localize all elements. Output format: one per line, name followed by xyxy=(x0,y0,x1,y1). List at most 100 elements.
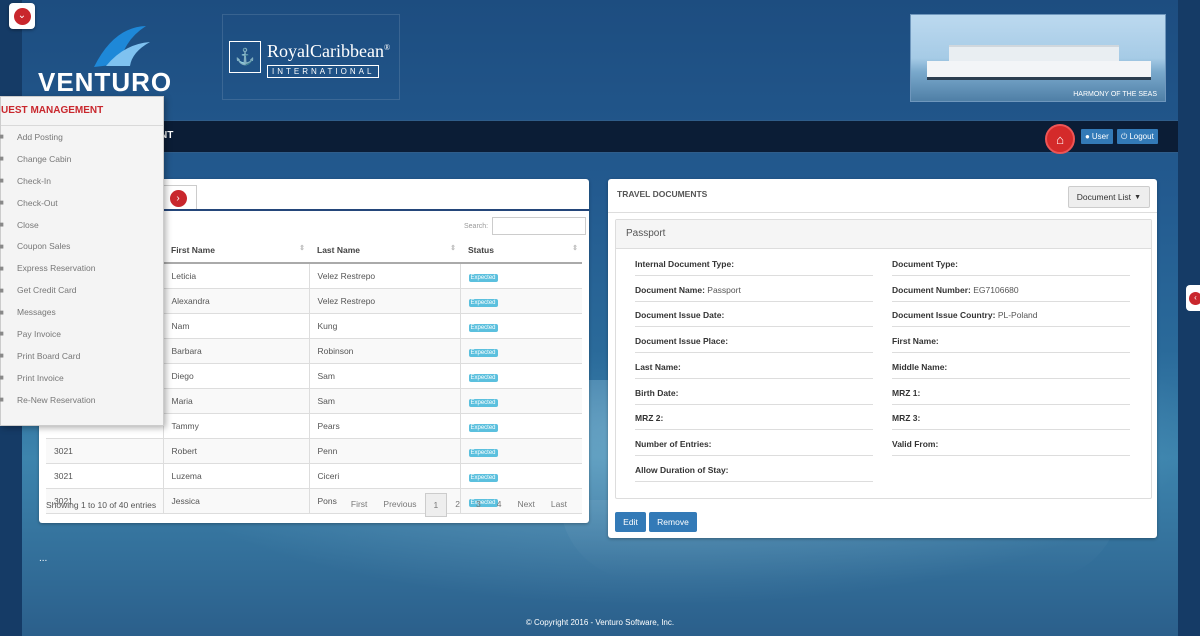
sort-icon: ⇕ xyxy=(299,245,305,252)
guest-management-menu: UEST MANAGEMENT ■ Add Posting ■ Change Cabi… xyxy=(0,96,164,426)
guest-menu-item[interactable]: ■ Pay Invoice xyxy=(0,323,163,345)
remove-button[interactable]: Remove xyxy=(649,512,697,532)
guest-menu-item[interactable]: ■ Add Posting xyxy=(0,126,163,148)
document-field: Document Type: xyxy=(892,257,1130,276)
menu-toggle-button[interactable]: ⌄ xyxy=(9,3,35,29)
cell-status: Expected xyxy=(460,413,582,439)
ship-hull xyxy=(927,61,1151,80)
cell-id: 3021 xyxy=(46,438,164,464)
cell-status: Expected xyxy=(460,263,582,289)
document-field: MRZ 1: xyxy=(892,386,1130,405)
guest-menu-item[interactable]: ■ Check-Out xyxy=(0,192,163,214)
passport-heading: Passport xyxy=(616,220,1151,249)
document-list-dropdown[interactable]: Document List ▼ xyxy=(1067,186,1150,208)
folder-icon: ■ xyxy=(0,220,4,229)
pager-last[interactable]: Last xyxy=(543,493,575,515)
logout-button[interactable]: ⏻ Logout xyxy=(1117,129,1158,144)
user-icon: ● xyxy=(1085,132,1090,141)
status-badge: Expected xyxy=(468,348,498,357)
column-header-last-name[interactable]: Last Name ⇕ xyxy=(309,237,460,264)
table-row[interactable]: 3021 Robert Penn Expected xyxy=(46,438,582,464)
background-frame-right xyxy=(1178,0,1200,636)
entries-info: Showing 1 to 10 of 40 entries xyxy=(46,500,157,510)
cell-status: Expected xyxy=(460,363,582,389)
document-field: Document Issue Country: PL-Poland xyxy=(892,308,1130,328)
pager-next[interactable]: Next xyxy=(509,493,542,515)
home-button[interactable]: ⌂ xyxy=(1045,124,1075,154)
pager-page-3[interactable]: 3 xyxy=(468,493,489,515)
document-field: Number of Entries: xyxy=(635,437,873,456)
document-field: MRZ 2: xyxy=(635,411,873,431)
guest-menu-item[interactable]: ■ Re-New Reservation xyxy=(0,389,163,411)
chevron-down-icon: ⌄ xyxy=(13,7,31,25)
panel-separator xyxy=(608,212,1157,213)
search-input[interactable] xyxy=(492,217,586,235)
home-icon: ⌂ xyxy=(1056,131,1064,147)
guest-menu-item[interactable]: ■ Close xyxy=(0,214,163,236)
power-icon: ⏻ xyxy=(1121,131,1128,141)
folder-icon: ■ xyxy=(0,307,4,317)
folder-icon: ■ xyxy=(0,154,4,164)
table-row[interactable]: 3021 Luzema Ciceri Expected xyxy=(46,463,582,489)
chevron-right-icon: › xyxy=(169,190,187,207)
pager-page-2[interactable]: 2 xyxy=(447,493,468,515)
travel-documents-panel: TRAVEL DOCUMENTS Document List ▼ Passport… xyxy=(608,179,1157,538)
document-field: Middle Name: xyxy=(892,360,1130,379)
guest-menu-item[interactable]: ■ Coupon Sales xyxy=(0,235,163,257)
cell-status: Expected xyxy=(460,288,582,314)
folder-icon: ■ xyxy=(0,395,4,405)
cell-last-name: Robinson xyxy=(309,338,461,364)
document-field: Birth Date: xyxy=(635,386,873,405)
cell-first-name: Jessica xyxy=(163,488,310,514)
guest-menu-item[interactable]: ■ Messages xyxy=(0,301,163,323)
royal-caribbean-sub: INTERNATIONAL xyxy=(267,65,380,78)
right-edge-toggle[interactable]: ‹ xyxy=(1186,285,1200,311)
cell-last-name: Velez Restrepo xyxy=(309,288,461,314)
cell-first-name: Tammy xyxy=(163,413,310,439)
panel-tab[interactable]: › xyxy=(159,185,197,211)
venturo-wordmark: VENTURO xyxy=(38,67,173,97)
document-field: Document Number: EG7106680 xyxy=(892,283,1130,302)
guest-menu-item[interactable]: ■ Change Cabin xyxy=(0,148,163,170)
folder-icon: ■ xyxy=(0,285,4,295)
venturo-logo: VENTURO xyxy=(38,20,203,100)
royal-caribbean-name: RoyalCaribbean® xyxy=(267,41,391,61)
cell-first-name: Robert xyxy=(163,438,310,464)
status-badge: Expected xyxy=(468,448,498,457)
folder-icon: ■ xyxy=(0,351,4,361)
royal-caribbean-logo: ⚓ RoyalCaribbean® INTERNATIONAL xyxy=(222,14,400,100)
pager-previous[interactable]: Previous xyxy=(375,493,424,515)
guest-menu-item[interactable]: ■ Print Invoice xyxy=(0,367,163,389)
cell-last-name: Velez Restrepo xyxy=(309,263,461,289)
guest-menu-item[interactable]: ■ Check-In xyxy=(0,170,163,192)
status-badge: Expected xyxy=(468,423,498,432)
ship-caption: HARMONY OF THE SEAS xyxy=(1073,91,1157,98)
cell-first-name: Maria xyxy=(163,388,310,414)
search-label: Search: xyxy=(464,223,489,230)
cell-status: Expected xyxy=(460,438,582,464)
pager-first[interactable]: First xyxy=(343,493,376,515)
guest-menu-item[interactable]: ■ Print Board Card xyxy=(0,345,163,367)
user-button[interactable]: ● User xyxy=(1081,129,1113,144)
chevron-left-icon: ‹ xyxy=(1189,291,1200,305)
pager-page-1[interactable]: 1 xyxy=(424,493,448,517)
guest-menu-item[interactable]: ■ Get Credit Card xyxy=(0,279,163,301)
edit-button[interactable]: Edit xyxy=(615,512,646,532)
passport-section: Passport Internal Document Type: Documen… xyxy=(615,219,1152,499)
folder-icon: ■ xyxy=(0,373,4,383)
column-header-status[interactable]: Status ⇕ xyxy=(460,237,582,264)
pager-page-4[interactable]: 4 xyxy=(489,493,510,515)
guest-menu-item[interactable]: ■ Express Reservation xyxy=(0,257,163,279)
document-field: Document Issue Place: xyxy=(635,334,873,354)
folder-icon: ■ xyxy=(0,263,4,273)
cell-id: 3021 xyxy=(46,463,164,489)
status-badge: Expected xyxy=(468,323,498,332)
venturo-wave-icon xyxy=(94,26,150,67)
document-field: MRZ 3: xyxy=(892,411,1130,431)
ellipsis-text: ... xyxy=(39,553,48,564)
cell-status: Expected xyxy=(460,388,582,414)
pagination: First Previous 1 2 3 4 Next Last xyxy=(343,493,575,517)
column-header-first-name[interactable]: First Name ⇕ xyxy=(163,237,309,264)
cell-status: Expected xyxy=(460,463,582,489)
ship-image: HARMONY OF THE SEAS xyxy=(910,14,1166,102)
